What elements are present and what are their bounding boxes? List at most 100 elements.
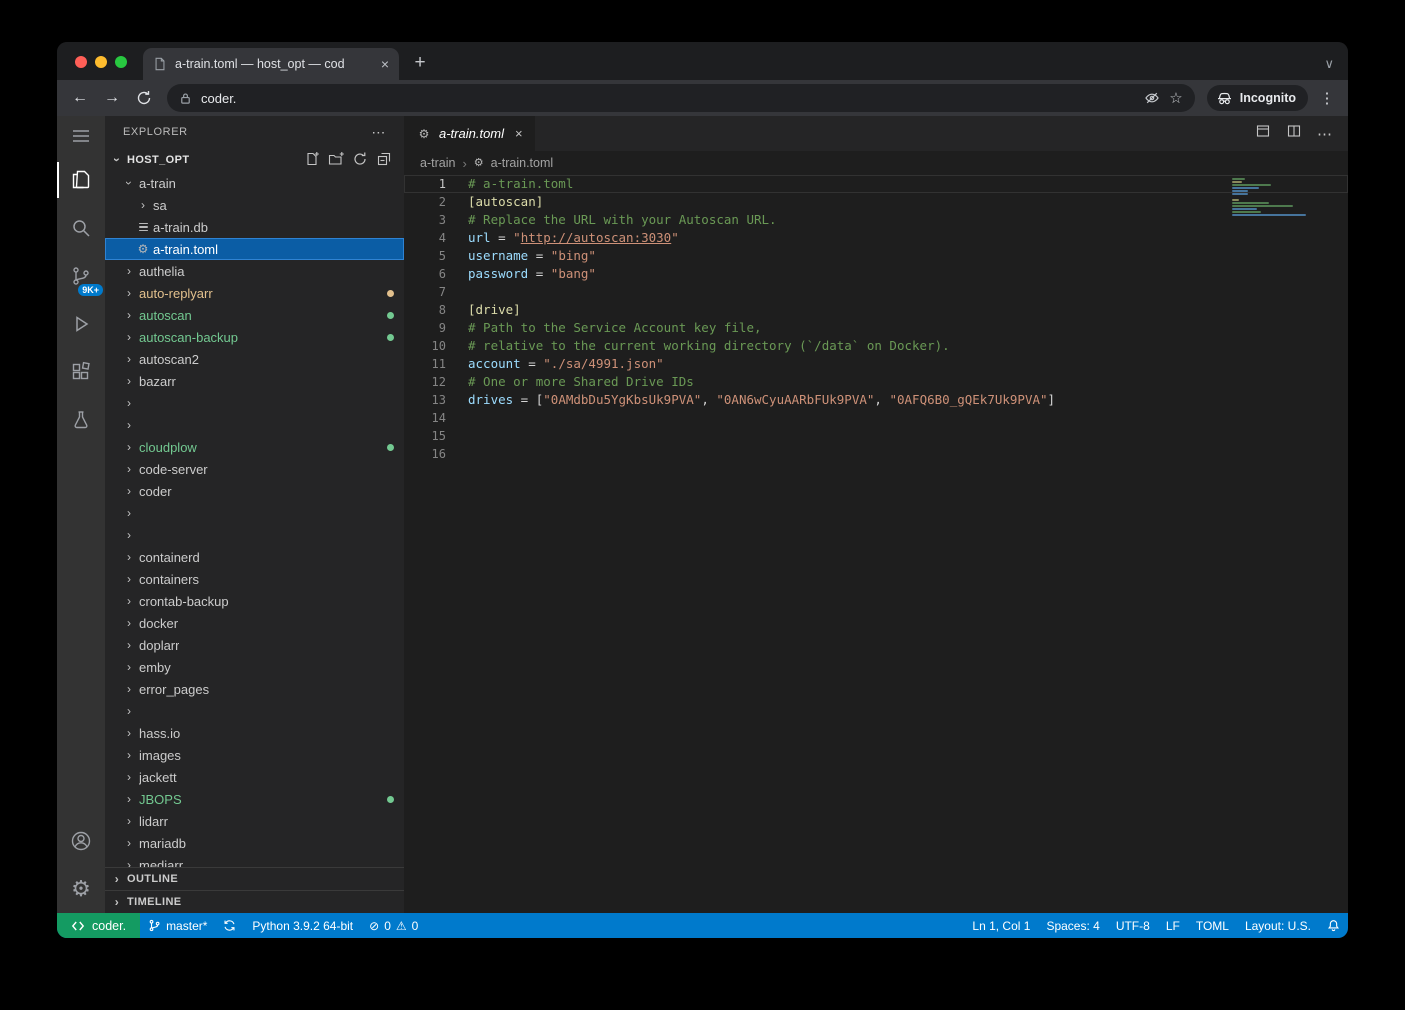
cursor-position-item[interactable]: Ln 1, Col 1: [964, 913, 1038, 938]
tree-item-folder[interactable]: ›bazarr: [105, 370, 404, 392]
code-editor[interactable]: 1# a-train.toml2[autoscan]3# Replace the…: [404, 175, 1348, 913]
tree-item-folder[interactable]: ›JBOPS: [105, 788, 404, 810]
forward-button[interactable]: →: [97, 83, 127, 113]
language-mode-item[interactable]: TOML: [1188, 913, 1237, 938]
tree-item-file[interactable]: ⚙a-train.toml: [105, 238, 404, 260]
eye-off-icon[interactable]: [1144, 90, 1160, 106]
minimap[interactable]: [1232, 178, 1308, 226]
breadcrumb-folder[interactable]: a-train: [420, 156, 455, 170]
back-button[interactable]: ←: [65, 83, 95, 113]
source-control-icon[interactable]: 9K+: [57, 252, 105, 300]
new-folder-icon[interactable]: [328, 151, 344, 170]
tree-item-folder[interactable]: ›doplarr: [105, 634, 404, 656]
code-line[interactable]: 9# Path to the Service Account key file,: [404, 319, 1348, 337]
tree-item-folder[interactable]: ›: [105, 392, 404, 414]
tree-item-folder[interactable]: ›autoscan: [105, 304, 404, 326]
tree-item-folder[interactable]: ›containers: [105, 568, 404, 590]
tree-item-file[interactable]: a-train.db: [105, 216, 404, 238]
tree-item-folder[interactable]: ›hass.io: [105, 722, 404, 744]
search-icon[interactable]: [57, 204, 105, 252]
tree-item-folder[interactable]: ›mediarr: [105, 854, 404, 867]
address-bar[interactable]: coder. ☆: [167, 84, 1195, 112]
code-line[interactable]: 2[autoscan]: [404, 193, 1348, 211]
explorer-icon[interactable]: [57, 156, 105, 204]
extensions-icon[interactable]: [57, 348, 105, 396]
editor-tab-close-icon[interactable]: ×: [511, 126, 523, 141]
tree-item-folder[interactable]: ›: [105, 414, 404, 436]
settings-gear-icon[interactable]: ⚙: [57, 865, 105, 913]
tree-item-folder[interactable]: ›authelia: [105, 260, 404, 282]
browser-titlebar[interactable]: a-train.toml — host_opt — cod × + ∨: [57, 42, 1348, 80]
keyboard-layout-item[interactable]: Layout: U.S.: [1237, 913, 1319, 938]
open-changes-icon[interactable]: [1255, 123, 1271, 144]
new-file-icon[interactable]: [304, 151, 320, 170]
tree-item-folder[interactable]: ›coder: [105, 480, 404, 502]
tree-item-folder[interactable]: ›auto-replyarr: [105, 282, 404, 304]
python-interpreter-item[interactable]: Python 3.9.2 64-bit: [244, 913, 361, 938]
sync-item[interactable]: [215, 913, 244, 938]
explorer-more-actions-icon[interactable]: ⋯: [371, 124, 386, 141]
tree-item-folder[interactable]: ›code-server: [105, 458, 404, 480]
problems-item[interactable]: ⊘ 0 ⚠ 0: [361, 913, 426, 938]
indentation-item[interactable]: Spaces: 4: [1038, 913, 1107, 938]
outline-section[interactable]: › OUTLINE: [105, 867, 404, 890]
tree-item-folder[interactable]: ›a-train: [105, 172, 404, 194]
tree-item-folder[interactable]: ›emby: [105, 656, 404, 678]
tree-item-folder[interactable]: ›error_pages: [105, 678, 404, 700]
code-line[interactable]: 16: [404, 445, 1348, 463]
tab-close-icon[interactable]: ×: [379, 56, 391, 72]
new-tab-button[interactable]: +: [405, 48, 435, 78]
close-window-button[interactable]: [75, 56, 87, 68]
editor-more-actions-icon[interactable]: ⋯: [1317, 125, 1332, 143]
bookmark-star-icon[interactable]: ☆: [1169, 89, 1182, 107]
tree-item-folder[interactable]: ›containerd: [105, 546, 404, 568]
workspace-section-header[interactable]: › HOST_OPT: [105, 148, 404, 172]
tree-item-folder[interactable]: ›: [105, 524, 404, 546]
code-line[interactable]: 7: [404, 283, 1348, 301]
code-line[interactable]: 14: [404, 409, 1348, 427]
tree-item-folder[interactable]: ›: [105, 502, 404, 524]
tree-item-folder[interactable]: ›images: [105, 744, 404, 766]
tree-item-folder[interactable]: ›lidarr: [105, 810, 404, 832]
zoom-window-button[interactable]: [115, 56, 127, 68]
code-line[interactable]: 11account = "./sa/4991.json": [404, 355, 1348, 373]
testing-beaker-icon[interactable]: [57, 396, 105, 444]
reload-button[interactable]: [129, 83, 159, 113]
tab-search-chevron-icon[interactable]: ∨: [1324, 56, 1334, 72]
tree-item-folder[interactable]: ›docker: [105, 612, 404, 634]
code-line[interactable]: 4url = "http://autoscan:3030": [404, 229, 1348, 247]
code-line[interactable]: 12# One or more Shared Drive IDs: [404, 373, 1348, 391]
collapse-all-icon[interactable]: [376, 151, 392, 170]
encoding-item[interactable]: UTF-8: [1108, 913, 1158, 938]
tree-item-folder[interactable]: ›cloudplow: [105, 436, 404, 458]
code-line[interactable]: 8[drive]: [404, 301, 1348, 319]
code-line[interactable]: 5username = "bing": [404, 247, 1348, 265]
code-line[interactable]: 1# a-train.toml: [404, 175, 1348, 193]
notifications-bell-icon[interactable]: [1319, 913, 1348, 938]
browser-menu-icon[interactable]: ⋮: [1314, 89, 1340, 107]
tree-item-folder[interactable]: ›autoscan2: [105, 348, 404, 370]
code-line[interactable]: 13drives = ["0AMdbDu5YgKbsUk9PVA", "0AN6…: [404, 391, 1348, 409]
run-debug-icon[interactable]: [57, 300, 105, 348]
code-line[interactable]: 6password = "bang": [404, 265, 1348, 283]
account-icon[interactable]: [57, 817, 105, 865]
editor-tab[interactable]: ⚙ a-train.toml ×: [404, 116, 535, 151]
breadcrumb-file[interactable]: a-train.toml: [491, 156, 554, 170]
browser-tab[interactable]: a-train.toml — host_opt — cod ×: [143, 48, 399, 80]
split-editor-icon[interactable]: [1286, 123, 1302, 144]
tree-item-folder[interactable]: ›crontab-backup: [105, 590, 404, 612]
minimize-window-button[interactable]: [95, 56, 107, 68]
remote-indicator[interactable]: coder.: [57, 913, 140, 938]
tree-item-folder[interactable]: ›sa: [105, 194, 404, 216]
tree-item-folder[interactable]: ›mariadb: [105, 832, 404, 854]
code-line[interactable]: 15: [404, 427, 1348, 445]
code-line[interactable]: 10# relative to the current working dire…: [404, 337, 1348, 355]
timeline-section[interactable]: › TIMELINE: [105, 890, 404, 913]
refresh-icon[interactable]: [352, 151, 368, 170]
menu-icon[interactable]: [57, 116, 105, 156]
git-branch-item[interactable]: master*: [140, 913, 215, 938]
eol-item[interactable]: LF: [1158, 913, 1188, 938]
tree-item-folder[interactable]: ›: [105, 700, 404, 722]
code-line[interactable]: 3# Replace the URL with your Autoscan UR…: [404, 211, 1348, 229]
tree-item-folder[interactable]: ›jackett: [105, 766, 404, 788]
